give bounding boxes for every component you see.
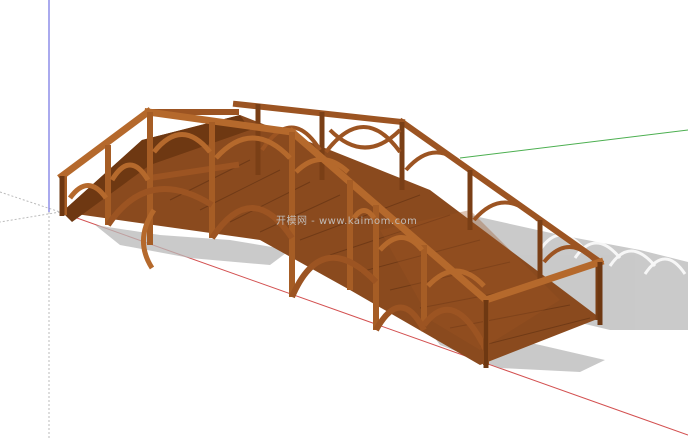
dotted-axis-line-bottom — [0, 211, 61, 223]
watermark-text: 开模网 - www.kaimom.com — [276, 216, 418, 227]
green-axis-line — [459, 129, 688, 159]
modeling-viewport[interactable]: 开模网 - www.kaimom.com — [0, 0, 688, 440]
dotted-axis-line-left — [0, 191, 61, 213]
